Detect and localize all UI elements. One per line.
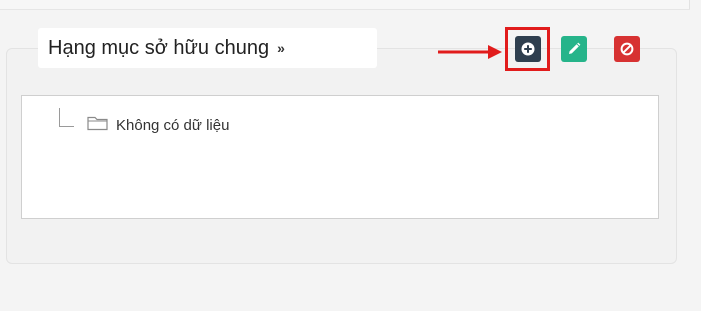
plus-circle-icon (521, 42, 535, 56)
double-chevron-up-icon[interactable]: » (277, 40, 285, 56)
folder-outline-icon (87, 116, 108, 131)
tree-connector-line (59, 108, 74, 127)
top-strip (0, 0, 690, 10)
red-arrow-annotation (438, 45, 502, 59)
top-strip-edge (689, 0, 690, 9)
cancel-button[interactable] (614, 36, 640, 62)
pencil-icon (569, 42, 581, 54)
ban-icon (620, 42, 634, 56)
add-button[interactable] (515, 36, 541, 62)
tree-empty-label: Không có dữ liệu (116, 117, 230, 134)
panel-title-box[interactable]: Hạng mục sở hữu chung » (38, 28, 377, 68)
tree-view: Không có dữ liệu (21, 95, 659, 219)
edit-button[interactable] (561, 36, 587, 62)
panel-title: Hạng mục sở hữu chung (48, 36, 270, 59)
